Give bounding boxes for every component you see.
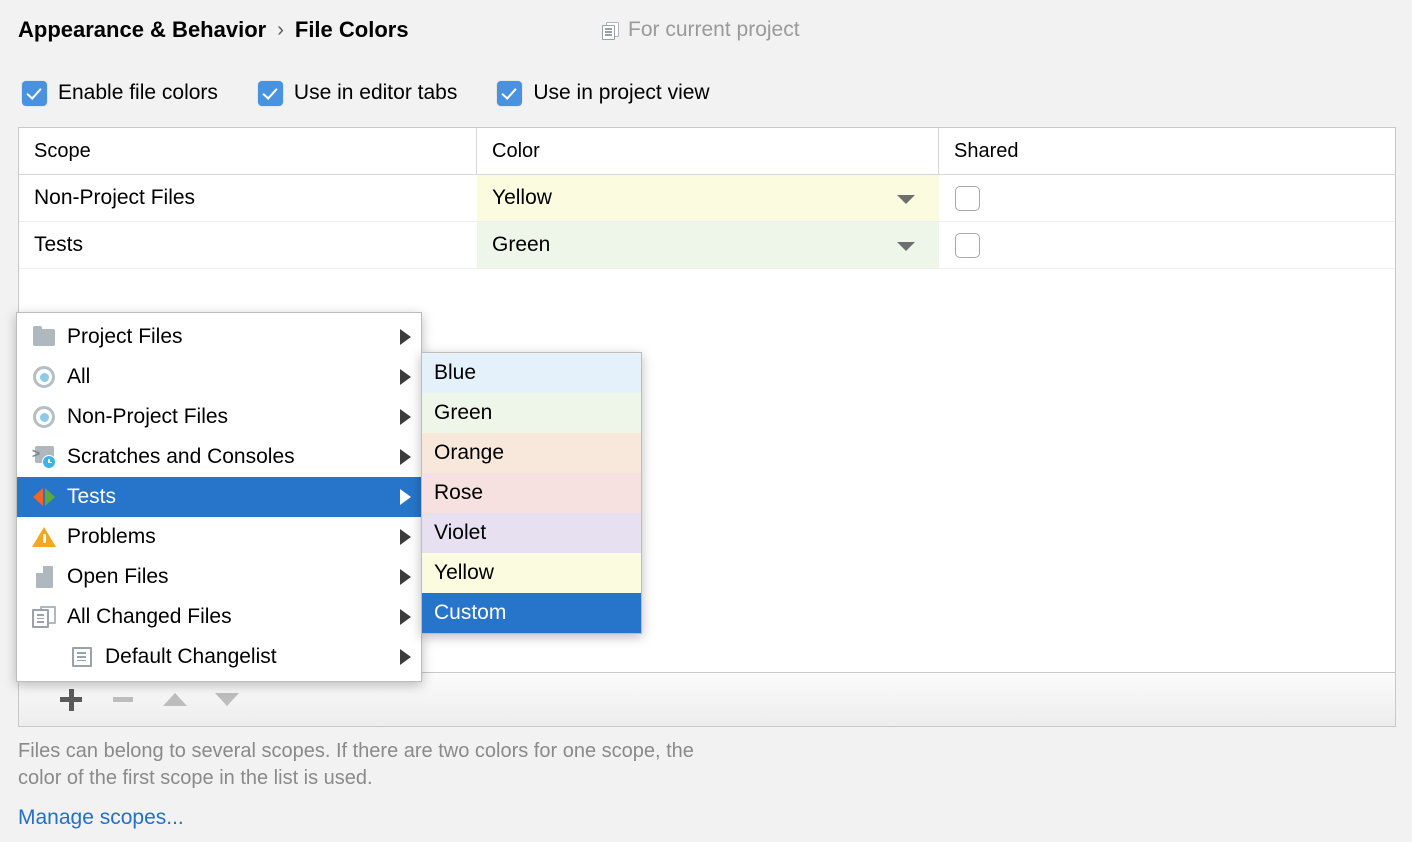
checkmark-icon[interactable]	[258, 81, 283, 106]
cell-color-value: Yellow	[492, 186, 552, 210]
menu-item-label: Default Changelist	[105, 645, 390, 669]
console-clock-icon: >	[31, 444, 57, 470]
copy-documents-icon	[602, 22, 619, 39]
move-up-button[interactable]	[149, 680, 201, 720]
menu-item-label: Project Files	[67, 325, 390, 349]
column-header-scope[interactable]: Scope	[19, 128, 477, 174]
menu-item-label: Non-Project Files	[67, 405, 390, 429]
menu-item-tests[interactable]: Tests	[17, 477, 421, 517]
checkmark-icon[interactable]	[497, 81, 522, 106]
scope-context-menu: Project Files All Non-Project Files > Sc…	[16, 312, 422, 682]
checkbox-use-in-project-view[interactable]: Use in project view	[497, 81, 709, 106]
for-current-project-note: For current project	[602, 15, 800, 45]
cell-color-combobox[interactable]: Yellow	[477, 175, 939, 221]
menu-item-open-files[interactable]: Open Files	[17, 557, 421, 597]
submenu-arrow-icon	[400, 409, 411, 425]
column-header-color[interactable]: Color	[477, 128, 939, 174]
menu-item-label: Tests	[67, 485, 390, 509]
tests-arrows-icon	[31, 484, 57, 510]
folder-icon	[31, 324, 57, 350]
radio-dot-icon	[31, 364, 57, 390]
submenu-arrow-icon	[400, 329, 411, 345]
chevron-down-icon[interactable]	[897, 242, 915, 251]
breadcrumb-separator: ›	[277, 20, 284, 40]
breadcrumb-item-appearance[interactable]: Appearance & Behavior	[18, 17, 266, 43]
cell-color-combobox[interactable]: Green	[477, 222, 939, 268]
checkbox-label: Enable file colors	[58, 81, 218, 105]
menu-item-label: All Changed Files	[67, 605, 390, 629]
checkbox-enable-file-colors[interactable]: Enable file colors	[22, 81, 218, 106]
submenu-arrow-icon	[400, 609, 411, 625]
add-scope-button[interactable]	[45, 680, 97, 720]
shared-checkbox[interactable]	[955, 233, 980, 258]
for-current-project-label: For current project	[628, 18, 800, 42]
page-title: File Colors	[295, 17, 409, 43]
cell-shared[interactable]	[939, 175, 1395, 221]
move-down-button[interactable]	[201, 680, 253, 720]
submenu-arrow-icon	[400, 569, 411, 585]
changed-files-icon	[31, 604, 57, 630]
plus-icon	[60, 689, 82, 711]
warning-triangle-icon	[31, 524, 57, 550]
checkbox-label: Use in project view	[533, 81, 709, 105]
minus-icon	[113, 697, 133, 702]
color-submenu: Blue Green Orange Rose Violet Yellow Cus…	[421, 352, 642, 634]
color-option-custom[interactable]: Custom	[422, 593, 641, 633]
file-colors-options: Enable file colors Use in editor tabs Us…	[22, 76, 710, 110]
arrow-up-icon	[163, 693, 187, 706]
cell-shared[interactable]	[939, 222, 1395, 268]
menu-item-label: All	[67, 365, 390, 389]
shared-checkbox[interactable]	[955, 186, 980, 211]
footer-help-text: Files can belong to several scopes. If t…	[18, 738, 738, 792]
color-option-yellow[interactable]: Yellow	[422, 553, 641, 593]
color-option-violet[interactable]: Violet	[422, 513, 641, 553]
remove-scope-button[interactable]	[97, 680, 149, 720]
table-row[interactable]: Tests Green	[19, 222, 1395, 269]
cell-scope[interactable]: Tests	[19, 222, 477, 268]
changelist-icon	[69, 644, 95, 670]
color-option-green[interactable]: Green	[422, 393, 641, 433]
menu-item-project-files[interactable]: Project Files	[17, 317, 421, 357]
radio-dot-icon	[31, 404, 57, 430]
menu-item-all-changed-files[interactable]: All Changed Files	[17, 597, 421, 637]
submenu-arrow-icon	[400, 449, 411, 465]
submenu-arrow-icon	[400, 529, 411, 545]
menu-item-all[interactable]: All	[17, 357, 421, 397]
submenu-arrow-icon	[400, 369, 411, 385]
color-option-blue[interactable]: Blue	[422, 353, 641, 393]
arrow-down-icon	[215, 693, 239, 706]
table-row[interactable]: Non-Project Files Yellow	[19, 175, 1395, 222]
checkbox-label: Use in editor tabs	[294, 81, 457, 105]
submenu-arrow-icon	[400, 649, 411, 665]
menu-item-label: Scratches and Consoles	[67, 445, 390, 469]
column-header-shared[interactable]: Shared	[939, 128, 1395, 174]
submenu-arrow-icon	[400, 489, 411, 505]
table-header-row: Scope Color Shared	[19, 128, 1395, 175]
menu-item-label: Problems	[67, 525, 390, 549]
checkbox-use-in-editor-tabs[interactable]: Use in editor tabs	[258, 81, 457, 106]
menu-item-default-changelist[interactable]: Default Changelist	[17, 637, 421, 677]
color-option-orange[interactable]: Orange	[422, 433, 641, 473]
file-icon	[31, 564, 57, 590]
checkmark-icon[interactable]	[22, 81, 47, 106]
color-option-rose[interactable]: Rose	[422, 473, 641, 513]
menu-item-problems[interactable]: Problems	[17, 517, 421, 557]
cell-color-value: Green	[492, 233, 550, 257]
menu-item-non-project-files[interactable]: Non-Project Files	[17, 397, 421, 437]
cell-scope[interactable]: Non-Project Files	[19, 175, 477, 221]
menu-item-label: Open Files	[67, 565, 390, 589]
manage-scopes-link[interactable]: Manage scopes...	[18, 806, 184, 830]
chevron-down-icon[interactable]	[897, 195, 915, 204]
breadcrumb: Appearance & Behavior › File Colors	[18, 14, 409, 46]
menu-item-scratches-and-consoles[interactable]: > Scratches and Consoles	[17, 437, 421, 477]
